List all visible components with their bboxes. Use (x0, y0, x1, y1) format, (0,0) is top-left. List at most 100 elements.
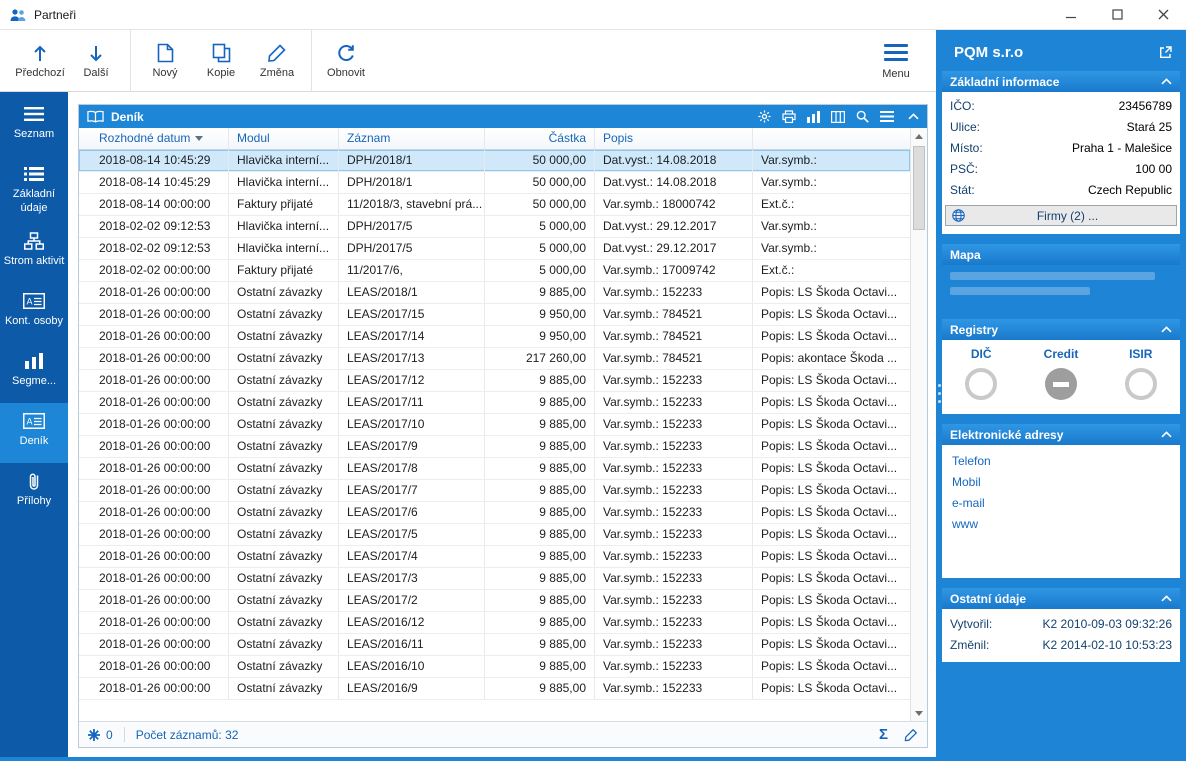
sidebar-item-segme[interactable]: Segme... (0, 343, 68, 403)
cell-zaznam: LEAS/2016/9 (339, 678, 485, 699)
field-value: Stará 25 (1127, 120, 1172, 134)
table-row[interactable]: 2018-01-26 00:00:00 Ostatní závazky LEAS… (79, 458, 910, 480)
main-area: Předchozí Další Nový Kopie Změna Obnovit… (0, 30, 1186, 761)
registry-item-isir[interactable]: ISIR (1125, 347, 1157, 400)
table-row[interactable]: 2018-01-26 00:00:00 Ostatní závazky LEAS… (79, 392, 910, 414)
table-row[interactable]: 2018-01-26 00:00:00 Ostatní závazky LEAS… (79, 502, 910, 524)
table-row[interactable]: 2018-01-26 00:00:00 Ostatní závazky LEAS… (79, 326, 910, 348)
table-row[interactable]: 2018-08-14 10:45:29 Hlavička interní... … (79, 150, 910, 172)
table-row[interactable]: 2018-01-26 00:00:00 Ostatní závazky LEAS… (79, 568, 910, 590)
section-header-registry[interactable]: Registry (942, 319, 1180, 340)
table-row[interactable]: 2018-08-14 10:45:29 Hlavička interní... … (79, 172, 910, 194)
cell-castka: 9 885,00 (485, 524, 595, 545)
field-row: IČO: 23456789 (942, 95, 1180, 116)
cell-castka: 9 885,00 (485, 392, 595, 413)
print-icon[interactable] (782, 110, 796, 123)
column-header-zaznam[interactable]: Záznam (339, 128, 485, 149)
sidebar-item-kont-osoby[interactable]: A Kont. osoby (0, 283, 68, 343)
cell-rozhodne-datum: 2018-01-26 00:00:00 (79, 414, 229, 435)
scroll-down-button[interactable] (911, 705, 927, 721)
sum-icon[interactable]: Σ (879, 727, 888, 742)
book-icon (87, 110, 104, 123)
table-row[interactable]: 2018-08-14 00:00:00 Faktury přijaté 11/2… (79, 194, 910, 216)
companies-button[interactable]: Firmy (2) ... (945, 205, 1177, 226)
cell-popis-2: Popis: LS Škoda Octavi... (753, 502, 910, 523)
search-settings-icon[interactable] (856, 110, 869, 123)
link-mobil[interactable]: Mobil (952, 475, 1170, 489)
companies-button-label: Firmy (2) ... (965, 209, 1170, 223)
cell-rozhodne-datum: 2018-01-26 00:00:00 (79, 348, 229, 369)
table-row[interactable]: 2018-01-26 00:00:00 Ostatní závazky LEAS… (79, 348, 910, 370)
link-e-mail[interactable]: e-mail (952, 496, 1170, 510)
arrow-up-icon (32, 42, 48, 64)
hamburger-icon[interactable] (880, 111, 894, 122)
maximize-button[interactable] (1094, 0, 1140, 29)
table-row[interactable]: 2018-01-26 00:00:00 Ostatní závazky LEAS… (79, 370, 910, 392)
table-row[interactable]: 2018-02-02 09:12:53 Hlavička interní... … (79, 216, 910, 238)
column-header-castka[interactable]: Částka (485, 128, 595, 149)
toolbar-button-novy[interactable]: Nový (137, 42, 193, 79)
panel-splitter[interactable] (936, 30, 943, 757)
table-row[interactable]: 2018-01-26 00:00:00 Ostatní závazky LEAS… (79, 524, 910, 546)
registry-item-credit[interactable]: Credit (1044, 347, 1079, 400)
chart-icon[interactable] (807, 111, 820, 123)
minimize-button[interactable] (1048, 0, 1094, 29)
journal-grid: Deník Rozhodné datumModulZáznamČástkaPop… (78, 104, 928, 748)
cell-popis: Var.symb.: 152233 (595, 502, 753, 523)
section-header-other[interactable]: Ostatní údaje (942, 588, 1180, 609)
table-row[interactable]: 2018-01-26 00:00:00 Ostatní závazky LEAS… (79, 436, 910, 458)
section-header-map[interactable]: Mapa (942, 244, 1180, 265)
cell-modul: Ostatní závazky (229, 304, 339, 325)
table-row[interactable]: 2018-01-26 00:00:00 Ostatní závazky LEAS… (79, 414, 910, 436)
table-row[interactable]: 2018-01-26 00:00:00 Ostatní závazky LEAS… (79, 634, 910, 656)
settings-icon[interactable] (758, 110, 771, 123)
cell-popis: Var.symb.: 152233 (595, 480, 753, 501)
link-telefon[interactable]: Telefon (952, 454, 1170, 468)
cell-zaznam: DPH/2017/5 (339, 216, 485, 237)
scrollbar-thumb[interactable] (913, 146, 925, 230)
table-row[interactable]: 2018-01-26 00:00:00 Ostatní závazky LEAS… (79, 304, 910, 326)
column-header-rozhodne-datum[interactable]: Rozhodné datum (79, 128, 229, 149)
link-www[interactable]: www (952, 517, 1170, 531)
sidebar-item-denik[interactable]: A Deník (0, 403, 68, 463)
section-header-basic[interactable]: Základní informace (942, 71, 1180, 92)
scroll-up-button[interactable] (911, 128, 927, 144)
table-row[interactable]: 2018-01-26 00:00:00 Ostatní závazky LEAS… (79, 480, 910, 502)
sidebar-item-strom-aktivit[interactable]: Strom aktivit (0, 223, 68, 283)
column-header-col-5[interactable] (753, 128, 910, 149)
cell-modul: Ostatní závazky (229, 326, 339, 347)
cell-zaznam: LEAS/2017/14 (339, 326, 485, 347)
close-button[interactable] (1140, 0, 1186, 29)
edit-note-icon[interactable] (904, 728, 918, 742)
grid-statusbar: 0 Počet záznamů: 32 Σ (79, 721, 927, 747)
menu-button[interactable]: Menu (870, 30, 922, 91)
registry-status-ok-icon (1125, 368, 1157, 400)
table-row[interactable]: 2018-02-02 00:00:00 Faktury přijaté 11/2… (79, 260, 910, 282)
popout-icon[interactable] (1159, 46, 1172, 59)
column-header-popis[interactable]: Popis (595, 128, 753, 149)
columns-icon[interactable] (831, 111, 845, 123)
toolbar-button-dalsi[interactable]: Další (68, 42, 124, 79)
table-row[interactable]: 2018-02-02 09:12:53 Hlavička interní... … (79, 238, 910, 260)
toolbar-button-predchozi[interactable]: Předchozí (12, 42, 68, 79)
sidebar-item-seznam[interactable]: Seznam (0, 96, 68, 156)
section-header-eaddresses[interactable]: Elektronické adresy (942, 424, 1180, 445)
toolbar-button-kopie[interactable]: Kopie (193, 42, 249, 79)
table-row[interactable]: 2018-01-26 00:00:00 Ostatní závazky LEAS… (79, 590, 910, 612)
cell-castka: 5 000,00 (485, 260, 595, 281)
toolbar-button-obnovit[interactable]: Obnovit (318, 42, 374, 79)
column-header-modul[interactable]: Modul (229, 128, 339, 149)
collapse-icon[interactable] (908, 113, 919, 120)
table-row[interactable]: 2018-01-26 00:00:00 Ostatní závazky LEAS… (79, 546, 910, 568)
registry-item-dic[interactable]: DIČ (965, 347, 997, 400)
cell-zaznam: DPH/2018/1 (339, 150, 485, 171)
chevron-up-icon (1161, 595, 1172, 602)
table-row[interactable]: 2018-01-26 00:00:00 Ostatní závazky LEAS… (79, 678, 910, 700)
table-row[interactable]: 2018-01-26 00:00:00 Ostatní závazky LEAS… (79, 656, 910, 678)
sidebar-item-zakladni-udaje[interactable]: Základní údaje (0, 156, 68, 223)
toolbar-button-zmena[interactable]: Změna (249, 42, 305, 79)
table-row[interactable]: 2018-01-26 00:00:00 Ostatní závazky LEAS… (79, 282, 910, 304)
table-row[interactable]: 2018-01-26 00:00:00 Ostatní závazky LEAS… (79, 612, 910, 634)
sidebar-item-prilohy[interactable]: Přílohy (0, 463, 68, 523)
vertical-scrollbar[interactable] (910, 128, 927, 721)
